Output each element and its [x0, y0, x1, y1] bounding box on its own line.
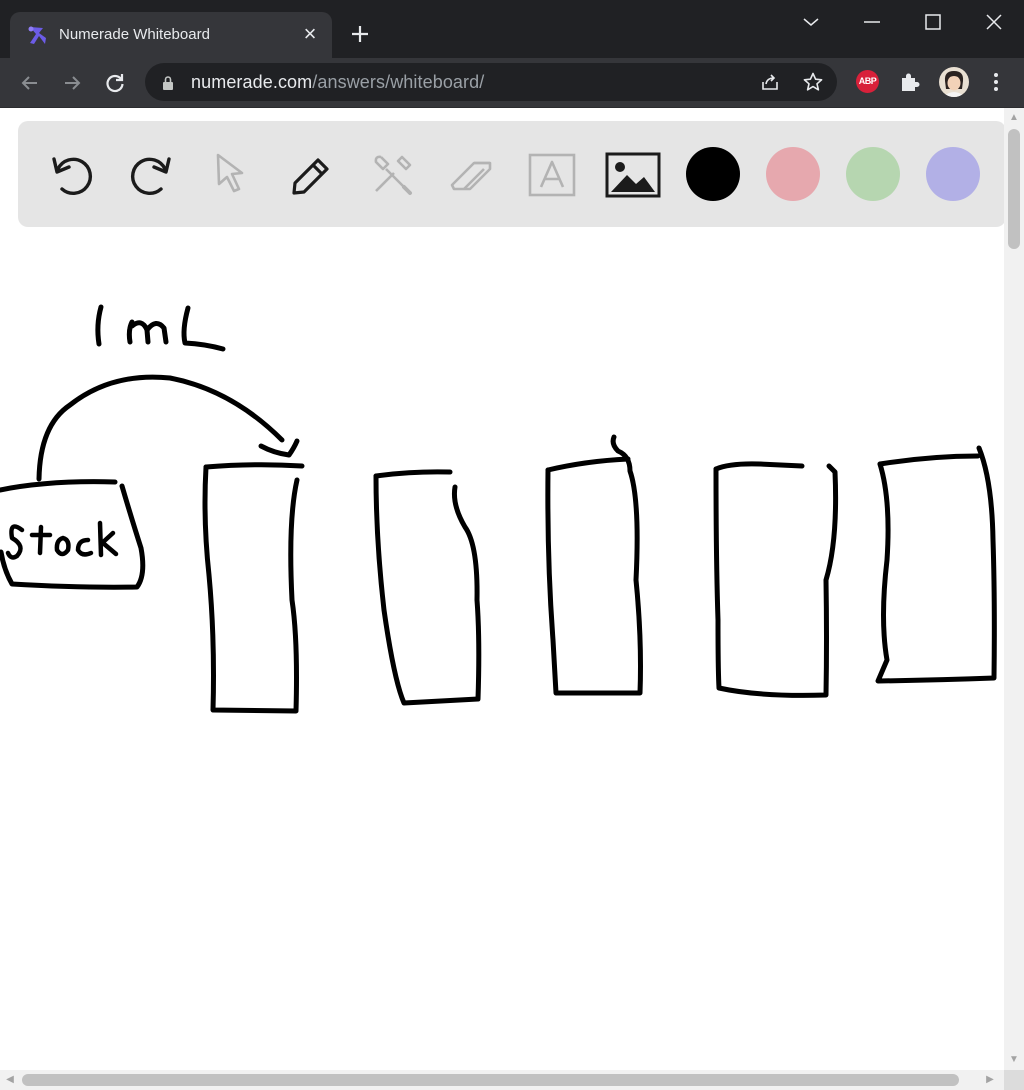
tube-2 [373, 469, 482, 706]
tab-close-icon[interactable]: × [299, 23, 321, 45]
text-icon [528, 153, 576, 197]
whiteboard-canvas[interactable] [0, 230, 1004, 1070]
tab-title: Numerade Whiteboard [59, 26, 210, 43]
forward-icon[interactable] [59, 70, 85, 96]
scroll-up-icon[interactable]: ▲ [1004, 108, 1024, 128]
select-button[interactable] [204, 147, 260, 203]
tube-3 [545, 434, 643, 696]
url-host: numerade.com [191, 72, 313, 92]
horizontal-scrollbar[interactable]: ◀ ▶ [0, 1070, 1004, 1090]
more-menu-icon[interactable] [983, 69, 1009, 95]
adblock-plus-icon[interactable]: ABP [856, 70, 879, 93]
color-swatch-pink[interactable] [766, 147, 820, 201]
handwritten-volume-label [95, 304, 226, 352]
stock-container [0, 479, 146, 590]
avatar-person-icon [943, 71, 965, 97]
scroll-left-icon[interactable]: ◀ [0, 1070, 20, 1090]
reload-icon[interactable] [102, 70, 128, 96]
tools-icon [374, 155, 412, 195]
whiteboard-toolbar [18, 121, 1006, 227]
color-swatch-black[interactable] [686, 147, 740, 201]
redo-icon [131, 157, 171, 195]
close-window-icon[interactable] [982, 10, 1006, 34]
scrollbar-corner [1004, 1070, 1024, 1090]
maximize-icon[interactable] [921, 10, 945, 34]
eraser-icon [450, 161, 492, 191]
vertical-scroll-thumb[interactable] [1008, 129, 1020, 249]
image-icon [605, 152, 661, 198]
tools-button[interactable] [364, 147, 420, 203]
text-button[interactable] [524, 147, 580, 203]
address-bar[interactable]: numerade.com/answers/whiteboard/ [145, 63, 837, 101]
scroll-right-icon[interactable]: ▶ [980, 1070, 1000, 1090]
color-swatch-green[interactable] [846, 147, 900, 201]
share-icon[interactable] [759, 71, 781, 93]
horizontal-scroll-thumb[interactable] [22, 1074, 959, 1086]
numerade-logo-icon [28, 26, 46, 44]
handwritten-stock-label [5, 520, 119, 560]
vertical-scrollbar[interactable]: ▲ ▼ [1004, 108, 1024, 1070]
minimize-icon[interactable] [860, 10, 884, 34]
pen-button[interactable] [284, 147, 340, 203]
bookmark-star-icon[interactable] [802, 71, 824, 93]
eraser-button[interactable] [444, 147, 500, 203]
redo-button[interactable] [123, 147, 179, 203]
undo-button[interactable] [44, 147, 100, 203]
tube-4 [713, 461, 839, 698]
lock-icon [163, 76, 173, 90]
new-tab-icon[interactable] [348, 22, 372, 46]
tab-search-icon[interactable] [799, 10, 823, 34]
pen-icon [292, 158, 329, 195]
back-icon[interactable] [17, 70, 43, 96]
undo-icon [52, 157, 92, 195]
browser-tab[interactable]: Numerade Whiteboard × [10, 12, 332, 58]
image-button[interactable] [605, 147, 661, 203]
tube-5 [875, 445, 997, 684]
color-swatch-purple[interactable] [926, 147, 980, 201]
url-text: numerade.com/answers/whiteboard/ [191, 72, 484, 93]
scroll-down-icon[interactable]: ▼ [1004, 1050, 1024, 1070]
url-path: /answers/whiteboard/ [312, 72, 485, 92]
tube-1 [202, 462, 305, 714]
extensions-puzzle-icon[interactable] [897, 69, 923, 95]
select-cursor-icon [216, 153, 244, 193]
profile-avatar[interactable] [939, 67, 969, 97]
browser-titlebar: Numerade Whiteboard × [0, 0, 1024, 58]
